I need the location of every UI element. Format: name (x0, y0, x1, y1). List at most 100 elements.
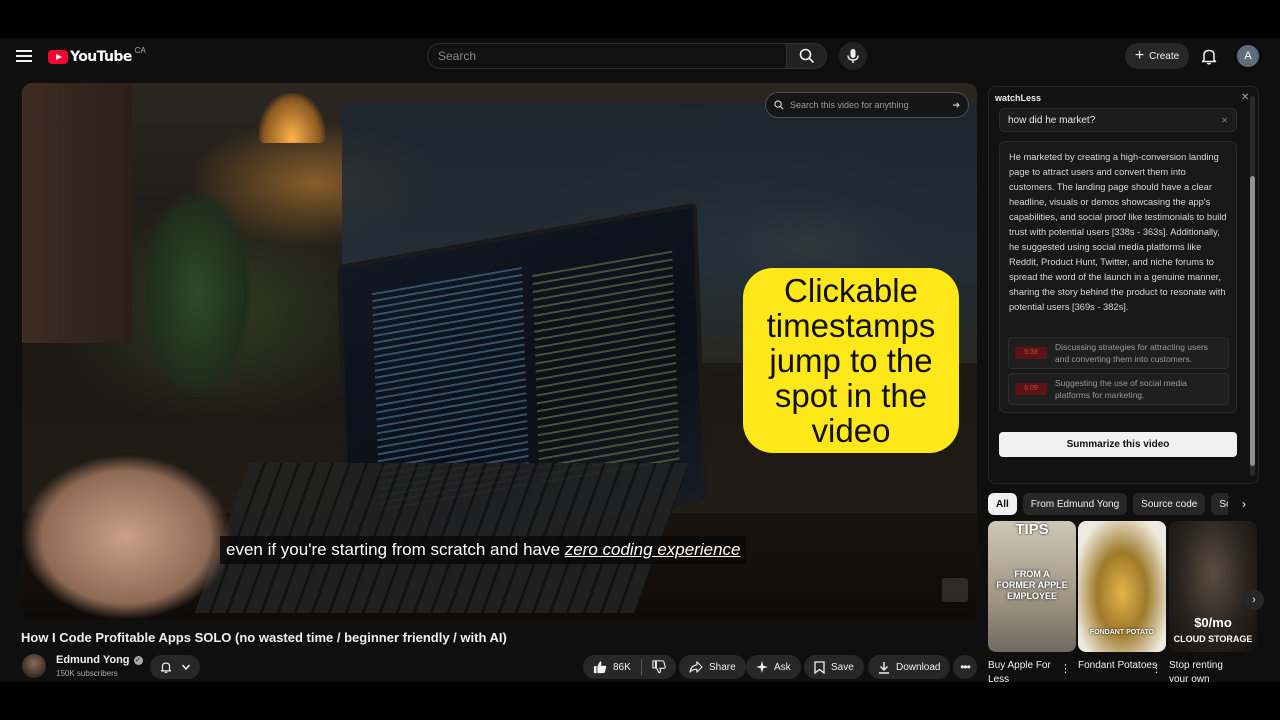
scene-lamp (259, 93, 325, 143)
search-icon (799, 48, 814, 64)
share-button[interactable]: Share (679, 655, 746, 679)
search-icon (774, 100, 784, 110)
download-label: Download (896, 661, 941, 673)
search-button[interactable] (787, 43, 827, 69)
chevron-down-icon (181, 664, 191, 671)
summarize-button[interactable]: Summarize this video (999, 432, 1237, 457)
more-vert-icon[interactable]: ⋮ (1151, 662, 1162, 675)
caption-emphasis: zero coding experience (564, 540, 741, 559)
download-icon (879, 661, 889, 674)
plus-icon: + (1134, 47, 1145, 64)
video-title: How I Code Profitable Apps SOLO (no wast… (21, 630, 507, 645)
chip-source-code[interactable]: Source code (1133, 493, 1206, 515)
more-dots-icon: ••• (960, 660, 971, 674)
account-avatar[interactable]: A (1237, 45, 1259, 67)
sparkle-icon (756, 661, 768, 673)
timestamp-chip[interactable]: 5:38 (1015, 347, 1047, 359)
channel-name[interactable]: Edmund Yong (56, 654, 130, 666)
search-box (427, 43, 787, 69)
panel-scrollbar[interactable] (1250, 96, 1255, 476)
share-label: Share (709, 661, 736, 673)
masthead: YouTube CA + Create A (0, 38, 1280, 74)
arrow-right-icon[interactable]: ➔ (952, 100, 960, 111)
chevron-right-icon[interactable]: › (1236, 496, 1252, 512)
share-icon (689, 661, 703, 673)
bookmark-icon (814, 660, 825, 674)
scrollbar-thumb[interactable] (1250, 176, 1255, 466)
short-title[interactable]: Fondant Potatoes (1078, 659, 1158, 682)
caption-text: even if you're starting from scratch and… (226, 540, 565, 559)
video-player[interactable]: ➔ Clickable timestamps jump to the spot … (22, 83, 977, 620)
microphone-icon (847, 49, 859, 63)
timestamps-callout: Clickable timestamps jump to the spot in… (743, 268, 959, 453)
verified-check-icon: ✓ (133, 655, 143, 665)
thumbs-down-icon (652, 660, 666, 674)
close-icon[interactable]: ✕ (1241, 92, 1249, 103)
clear-icon[interactable]: ✕ (1221, 116, 1228, 125)
chip-from-channel[interactable]: From Edmund Yong (1022, 493, 1128, 515)
thumbs-up-icon (593, 661, 607, 674)
video-search-input[interactable] (790, 100, 947, 110)
like-button[interactable]: 86K (583, 655, 641, 679)
answer-card: He marketed by creating a high-conversio… (999, 141, 1237, 413)
related-chips: All From Edmund Yong Source code Sof (988, 493, 1228, 515)
like-count: 86K (613, 661, 631, 673)
watchless-panel: watchLess ✕ ✕ He marketed by creating a … (988, 86, 1259, 484)
chevron-right-icon[interactable]: › (1244, 590, 1264, 610)
channel-avatar[interactable] (22, 654, 46, 678)
short-thumbnail[interactable]: FONDANT POTATO (1078, 521, 1166, 652)
short-overlay-text: FONDANT POTATO (1089, 629, 1155, 636)
short-overlay-text: $0/mo (1194, 615, 1232, 630)
answer-text: He marketed by creating a high-conversio… (1009, 152, 1227, 312)
ask-label: Ask (774, 661, 791, 673)
voice-search-button[interactable] (839, 42, 867, 70)
create-button[interactable]: + Create (1125, 43, 1189, 69)
youtube-play-icon (48, 50, 68, 64)
youtube-app: YouTube CA + Create A (0, 38, 1280, 682)
timestamp-item[interactable]: 6:09 Suggesting the use of social media … (1008, 373, 1229, 405)
subtitle-caption: even if you're starting from scratch and… (220, 536, 747, 564)
youtube-logo[interactable]: YouTube CA (48, 45, 146, 67)
panel-query-box: ✕ (999, 108, 1237, 132)
video-search-box: ➔ (765, 92, 969, 118)
short-overlay-text: TIPS (1015, 521, 1049, 538)
short-overlay-text: CLOUD STORAGE (1173, 634, 1253, 644)
chip-software[interactable]: Sof (1211, 493, 1228, 515)
short-thumbnail[interactable]: $0/mo CLOUD STORAGE (1169, 521, 1257, 652)
bell-icon (1201, 49, 1217, 65)
more-actions-button[interactable]: ••• (953, 655, 977, 679)
save-button[interactable]: Save (804, 655, 864, 679)
scene-christmas-tree (127, 143, 267, 393)
short-title[interactable]: Buy Apple For Less (988, 659, 1068, 682)
download-button[interactable]: Download (868, 655, 951, 679)
scene-hand (22, 413, 282, 620)
timestamp-item[interactable]: 5:38 Discussing strategies for attractin… (1008, 337, 1229, 369)
save-label: Save (831, 661, 854, 673)
panel-query-input[interactable] (1008, 114, 1222, 126)
country-code: CA (134, 45, 146, 55)
short-thumbnail[interactable]: TIPS FROM A FORMER APPLE EMPLOYEE (988, 521, 1076, 652)
panel-title: watchLess (995, 93, 1042, 103)
more-vert-icon[interactable]: ⋮ (1060, 662, 1071, 675)
scene-brick-wall (22, 83, 132, 343)
subscription-bell-button[interactable] (150, 655, 200, 679)
bell-icon (160, 662, 172, 674)
short-title[interactable]: Stop renting your own (1169, 659, 1244, 682)
chip-all[interactable]: All (988, 493, 1017, 515)
subscriber-count: 150K subscribers (56, 669, 118, 678)
dislike-button[interactable] (642, 655, 676, 679)
letterbox-bottom (0, 682, 1280, 720)
menu-icon[interactable] (14, 47, 34, 65)
timestamp-description: Discussing strategies for attracting use… (1055, 342, 1209, 364)
timestamp-description: Suggesting the use of social media platf… (1055, 378, 1187, 400)
channel-name-row[interactable]: Edmund Yong ✓ (56, 654, 143, 666)
ask-button[interactable]: Ask (746, 655, 801, 679)
logo-text: YouTube (70, 49, 132, 65)
short-overlay-text: FROM A FORMER APPLE EMPLOYEE (996, 569, 1068, 601)
notifications-button[interactable] (1199, 46, 1219, 66)
timestamp-chip[interactable]: 6:09 (1015, 383, 1047, 395)
letterbox-top (0, 0, 1280, 38)
search-input[interactable] (438, 49, 786, 63)
like-dislike-group: 86K (583, 655, 676, 679)
create-label: Create (1149, 50, 1180, 62)
